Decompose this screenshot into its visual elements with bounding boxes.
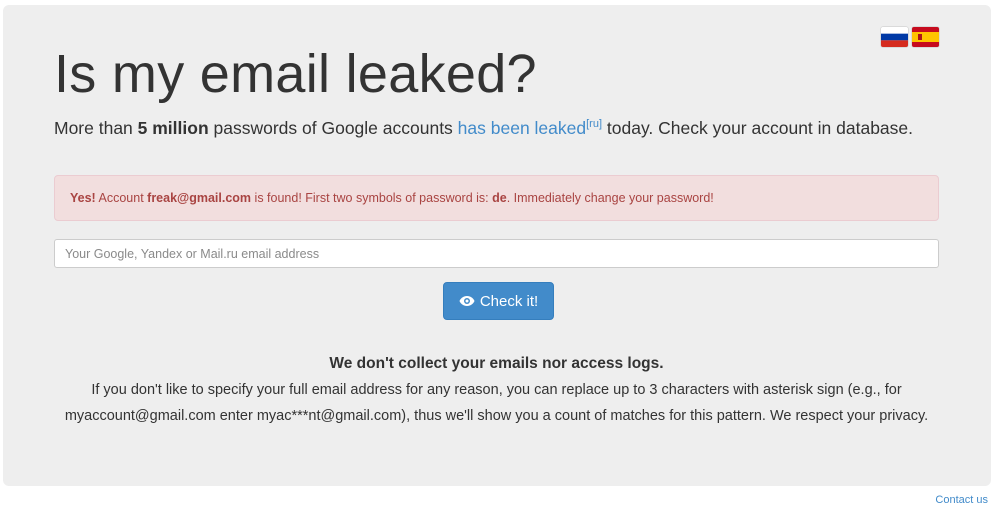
alert-text: is found! First two symbols of password …	[251, 191, 493, 205]
ru-source-link[interactable]: [ru]	[586, 118, 602, 130]
contact-link[interactable]: Contact us	[935, 494, 988, 506]
alert-text: . Immediately change your password!	[506, 191, 714, 205]
spanish-flag-icon[interactable]	[912, 27, 939, 47]
main-panel: Is my email leaked? More than 5 million …	[3, 5, 991, 486]
check-button[interactable]: Check it!	[443, 282, 554, 320]
result-alert: Yes! Account freak@gmail.com is found! F…	[54, 175, 939, 221]
leaked-link[interactable]: has been leaked	[458, 118, 586, 138]
page-title: Is my email leaked?	[54, 44, 537, 104]
alert-prefix: Yes!	[70, 191, 96, 205]
password-symbols: de	[492, 191, 507, 205]
lead-highlight: 5 million	[137, 117, 209, 138]
language-flags	[881, 27, 939, 47]
privacy-text: If you don't like to specify your full e…	[64, 382, 929, 424]
email-input[interactable]	[54, 239, 939, 268]
check-button-label: Check it!	[479, 292, 539, 310]
privacy-notice: We don't collect your emails nor access …	[54, 351, 939, 429]
lead-suffix: today. Check your account in database.	[602, 117, 914, 138]
lead-paragraph: More than 5 million passwords of Google …	[54, 111, 924, 141]
lead-middle: passwords of Google accounts	[208, 117, 458, 138]
alert-email: freak@gmail.com	[147, 191, 252, 205]
lead-prefix: More than	[54, 117, 138, 138]
eye-icon	[459, 296, 475, 306]
privacy-heading: We don't collect your emails nor access …	[329, 355, 664, 372]
russian-flag-icon[interactable]	[881, 27, 908, 47]
alert-text: Account	[95, 191, 148, 205]
